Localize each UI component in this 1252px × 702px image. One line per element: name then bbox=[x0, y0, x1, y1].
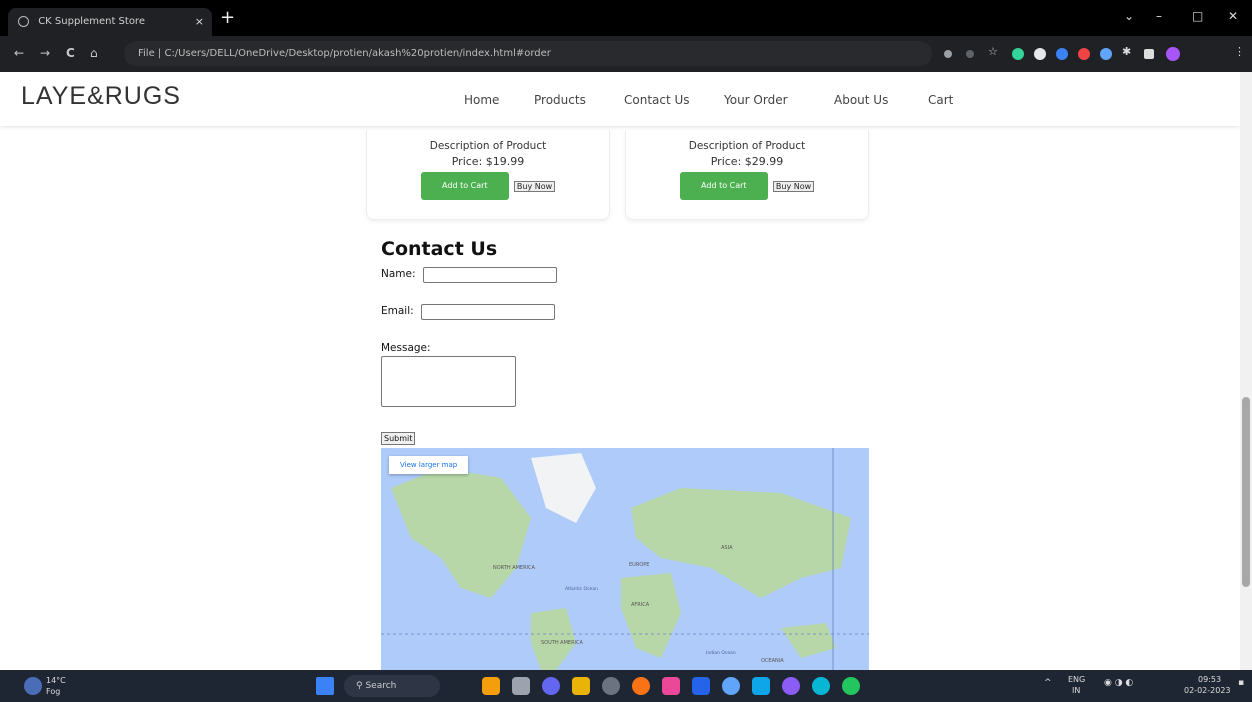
puzzle-icon[interactable]: ✱ bbox=[1122, 45, 1134, 58]
close-window-button[interactable]: ✕ bbox=[1228, 9, 1238, 23]
search-label: Search bbox=[365, 681, 397, 691]
map-label: EUROPE bbox=[629, 562, 649, 568]
forward-button[interactable]: → bbox=[40, 46, 50, 60]
app-icon[interactable] bbox=[782, 677, 800, 695]
name-label: Name: bbox=[381, 268, 416, 280]
nav-contact[interactable]: Contact Us bbox=[624, 93, 690, 107]
clock-date: 02-02-2023 bbox=[1184, 686, 1231, 695]
message-textarea[interactable] bbox=[381, 356, 516, 407]
maximize-button[interactable]: □ bbox=[1192, 9, 1203, 23]
email-input[interactable] bbox=[421, 304, 555, 320]
share-icon[interactable] bbox=[966, 50, 974, 58]
map-label: AFRICA bbox=[631, 602, 650, 608]
menu-icon[interactable]: ⋮ bbox=[1234, 45, 1246, 58]
weather-icon[interactable] bbox=[24, 677, 42, 695]
browser-tab-bar: CK Supplement Store × + ⌄ – □ ✕ bbox=[0, 0, 1252, 36]
page-scrollbar[interactable] bbox=[1240, 72, 1252, 670]
map-label: Indian Ocean bbox=[706, 650, 736, 656]
product-price: Price: $19.99 bbox=[451, 155, 525, 168]
nav-home[interactable]: Home bbox=[464, 93, 499, 107]
world-map: NORTH AMERICA EUROPE ASIA AFRICA SOUTH A… bbox=[381, 448, 869, 670]
minimize-button[interactable]: – bbox=[1156, 9, 1162, 23]
home-button[interactable]: ⌂ bbox=[90, 46, 98, 60]
star-icon[interactable]: ☆ bbox=[988, 45, 998, 58]
product-card: Description of Product Price: $19.99 Add… bbox=[366, 130, 610, 220]
notification-icon[interactable]: ▪ bbox=[1238, 678, 1244, 688]
folder-icon[interactable] bbox=[572, 677, 590, 695]
product-description: Description of Product bbox=[429, 140, 547, 152]
web-page: LAYE&RUGS Home Products Contact Us Your … bbox=[0, 72, 1252, 670]
contact-title: Contact Us bbox=[381, 238, 498, 260]
tab-title: CK Supplement Store bbox=[38, 16, 145, 27]
profile-avatar[interactable] bbox=[1166, 47, 1180, 61]
map-label: OCEANIA bbox=[761, 658, 784, 664]
extension-icon[interactable] bbox=[1078, 48, 1090, 60]
product-description: Description of Product bbox=[688, 140, 806, 152]
message-label: Message: bbox=[381, 342, 431, 354]
extension-icon[interactable] bbox=[1034, 48, 1046, 60]
map-label: NORTH AMERICA bbox=[493, 565, 536, 571]
edge-icon[interactable] bbox=[722, 677, 740, 695]
vscode-icon[interactable] bbox=[692, 677, 710, 695]
nav-your-order[interactable]: Your Order bbox=[724, 93, 788, 107]
nav-about[interactable]: About Us bbox=[834, 93, 888, 107]
taskbar: 14°C Fog ⚲ Search ^ ENG IN ◉ ◑ ◐ 09:53 0… bbox=[0, 670, 1252, 702]
globe-icon bbox=[18, 15, 29, 27]
chrome-icon[interactable] bbox=[632, 677, 650, 695]
new-tab-button[interactable]: + bbox=[220, 8, 235, 28]
clock-time[interactable]: 09:53 bbox=[1198, 675, 1221, 684]
chat-icon[interactable] bbox=[542, 677, 560, 695]
whatsapp-icon[interactable] bbox=[842, 677, 860, 695]
embedded-map[interactable]: NORTH AMERICA EUROPE ASIA AFRICA SOUTH A… bbox=[381, 448, 869, 670]
key-icon[interactable] bbox=[944, 50, 952, 58]
browser-toolbar: ← → C ⌂ File | C:/Users/DELL/OneDrive/De… bbox=[0, 36, 1252, 72]
product-card: Description of Product Price: $29.99 Add… bbox=[625, 130, 869, 220]
view-larger-map-link[interactable]: View larger map bbox=[389, 456, 469, 474]
taskbar-search[interactable]: ⚲ Search bbox=[344, 675, 440, 697]
name-input[interactable] bbox=[423, 267, 557, 283]
address-bar[interactable]: File | C:/Users/DELL/OneDrive/Desktop/pr… bbox=[124, 41, 932, 66]
windows-start-icon[interactable] bbox=[316, 677, 334, 695]
submit-button[interactable]: Submit bbox=[381, 432, 416, 445]
store-icon[interactable] bbox=[752, 677, 770, 695]
language-label[interactable]: ENG bbox=[1068, 675, 1085, 684]
browser-tab[interactable]: CK Supplement Store × bbox=[8, 8, 212, 36]
add-to-cart-button[interactable]: Add to Cart bbox=[679, 172, 768, 200]
back-button[interactable]: ← bbox=[14, 46, 24, 60]
tab-search-icon[interactable]: ⌄ bbox=[1124, 9, 1134, 23]
site-logo[interactable]: LAYE&RUGS bbox=[21, 82, 181, 111]
nav-products[interactable]: Products bbox=[534, 93, 586, 107]
weather-temp: 14°C bbox=[46, 676, 66, 685]
tab-close-icon[interactable]: × bbox=[195, 8, 204, 36]
widgets-icon[interactable] bbox=[482, 677, 500, 695]
site-header: LAYE&RUGS Home Products Contact Us Your … bbox=[0, 72, 1240, 126]
app-icon[interactable] bbox=[662, 677, 680, 695]
map-label: ASIA bbox=[721, 545, 733, 551]
sidebar-icon[interactable] bbox=[1144, 49, 1154, 59]
weather-desc: Fog bbox=[46, 687, 61, 696]
region-label: IN bbox=[1072, 686, 1081, 695]
extension-icon[interactable] bbox=[1012, 48, 1024, 60]
extension-icon[interactable] bbox=[1056, 48, 1068, 60]
file-icon[interactable] bbox=[512, 677, 530, 695]
extension-icon[interactable] bbox=[1100, 48, 1112, 60]
map-label: SOUTH AMERICA bbox=[541, 640, 584, 646]
buy-now-button[interactable]: Buy Now bbox=[513, 180, 556, 192]
wifi-icon[interactable]: ◉ ◑ ◐ bbox=[1104, 678, 1133, 688]
email-label: Email: bbox=[381, 305, 414, 317]
nav-cart[interactable]: Cart bbox=[928, 93, 953, 107]
app-icon[interactable] bbox=[812, 677, 830, 695]
settings-icon[interactable] bbox=[602, 677, 620, 695]
chevron-up-icon[interactable]: ^ bbox=[1044, 678, 1052, 688]
map-label: Atlantic Ocean bbox=[565, 586, 598, 592]
scrollbar-thumb[interactable] bbox=[1242, 397, 1250, 587]
product-price: Price: $29.99 bbox=[710, 155, 784, 168]
reload-button[interactable]: C bbox=[66, 46, 75, 60]
add-to-cart-button[interactable]: Add to Cart bbox=[420, 172, 509, 200]
buy-now-button[interactable]: Buy Now bbox=[772, 180, 815, 192]
